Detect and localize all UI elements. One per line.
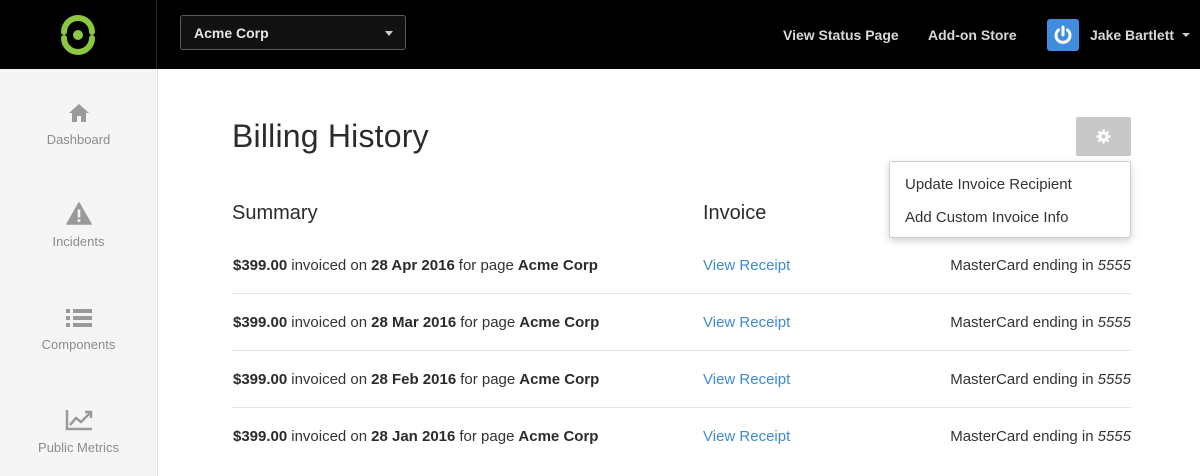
summary-text: invoiced on (291, 428, 368, 445)
sidebar-item-label: Components (41, 337, 116, 352)
sidebar-item-label: Dashboard (46, 132, 111, 147)
card-text: MasterCard ending in (950, 314, 1094, 331)
table-row: $399.00 invoiced on 28 Feb 2016 for page Acm… (232, 351, 1131, 408)
page-title: Billing History (232, 118, 429, 154)
table-row: $399.00 invoiced on 28 Mar 2016 for page Acm… (232, 294, 1131, 351)
power-icon (1054, 25, 1072, 44)
sidebar-item-label: Incidents (52, 234, 105, 249)
summary-text: invoiced on (291, 314, 368, 331)
settings-dropdown-menu: Update Invoice Recipient Add Custom Invo… (889, 161, 1131, 238)
payment-method: MasterCard ending in 5555 (950, 294, 1131, 351)
summary-text: for page (459, 428, 515, 445)
chevron-down-icon (1182, 32, 1191, 37)
summary-text: for page (460, 314, 516, 331)
logo[interactable] (0, 0, 157, 69)
payment-method: MasterCard ending in 5555 (950, 408, 1131, 465)
org-selector[interactable]: Acme Corp (180, 15, 406, 50)
table-row: $399.00 invoiced on 28 Apr 2016 for page Acm… (232, 237, 1131, 294)
card-last4: 5555 (1097, 371, 1131, 388)
menu-item-update-invoice-recipient[interactable]: Update Invoice Recipient (890, 167, 1130, 201)
org-selector-value: Acme Corp (194, 24, 269, 41)
invoice-summary: $399.00 invoiced on 28 Jan 2016 for page Acm… (233, 408, 598, 465)
sidebar-item-components[interactable]: Components (0, 300, 157, 390)
view-receipt-link[interactable]: View Receipt (703, 237, 790, 294)
addon-store-link[interactable]: Add-on Store (928, 0, 1017, 69)
user-menu[interactable]: Jake Bartlett (1047, 0, 1191, 69)
invoice-page-name: Acme Corp (518, 428, 599, 445)
invoice-summary: $399.00 invoiced on 28 Mar 2016 for page Acm… (233, 294, 599, 351)
invoice-page-name: Acme Corp (519, 314, 600, 331)
payment-method: MasterCard ending in 5555 (950, 237, 1131, 294)
card-last4: 5555 (1097, 428, 1131, 445)
menu-item-add-custom-invoice-info[interactable]: Add Custom Invoice Info (890, 200, 1130, 234)
card-text: MasterCard ending in (950, 428, 1094, 445)
settings-button[interactable] (1076, 117, 1131, 156)
invoice-amount: $399.00 (233, 257, 288, 274)
invoice-date: 28 Apr 2016 (371, 257, 455, 274)
sidebar-item-incidents[interactable]: Incidents (0, 197, 157, 287)
invoice-date: 28 Jan 2016 (371, 428, 456, 445)
card-text: MasterCard ending in (950, 257, 1094, 274)
card-last4: 5555 (1097, 257, 1131, 274)
view-receipt-link[interactable]: View Receipt (703, 351, 790, 408)
summary-text: invoiced on (291, 257, 368, 274)
view-receipt-link[interactable]: View Receipt (703, 408, 790, 465)
statuspage-logo-icon (61, 14, 95, 55)
invoice-amount: $399.00 (233, 428, 288, 445)
summary-text: for page (458, 257, 514, 274)
invoice-page-name: Acme Corp (519, 371, 600, 388)
invoice-summary: $399.00 invoiced on 28 Feb 2016 for page Acm… (233, 351, 599, 408)
invoice-amount: $399.00 (233, 371, 288, 388)
invoice-date: 28 Feb 2016 (371, 371, 457, 388)
home-icon (68, 104, 89, 122)
card-text: MasterCard ending in (950, 371, 1094, 388)
summary-text: invoiced on (291, 371, 368, 388)
summary-text: for page (460, 371, 516, 388)
top-bar: Acme Corp View Status Page Add-on Store … (0, 0, 1200, 69)
view-status-page-link[interactable]: View Status Page (783, 0, 899, 69)
invoice-date: 28 Mar 2016 (371, 314, 457, 331)
chevron-down-icon (385, 31, 393, 36)
user-name: Jake Bartlett (1090, 26, 1175, 43)
invoice-summary: $399.00 invoiced on 28 Apr 2016 for page Acm… (233, 237, 598, 294)
sidebar-item-public-metrics[interactable]: Public Metrics (0, 403, 157, 476)
invoice-amount: $399.00 (233, 314, 288, 331)
card-last4: 5555 (1097, 314, 1131, 331)
column-header-summary: Summary (232, 202, 318, 224)
sidebar-item-dashboard[interactable]: Dashboard (0, 95, 157, 185)
column-header-invoice: Invoice (703, 202, 767, 224)
avatar (1047, 18, 1079, 51)
table-row: $399.00 invoiced on 28 Jan 2016 for page Acm… (232, 408, 1131, 465)
gear-icon (1096, 129, 1111, 144)
line-chart-icon (65, 410, 92, 431)
payment-method: MasterCard ending in 5555 (950, 351, 1131, 408)
view-receipt-link[interactable]: View Receipt (703, 294, 790, 351)
sidebar-item-label: Public Metrics (38, 440, 119, 455)
invoice-page-name: Acme Corp (517, 257, 598, 274)
warning-icon (65, 202, 92, 225)
list-icon (65, 309, 92, 327)
sidebar: Dashboard Incidents Components Public Me… (0, 69, 158, 476)
